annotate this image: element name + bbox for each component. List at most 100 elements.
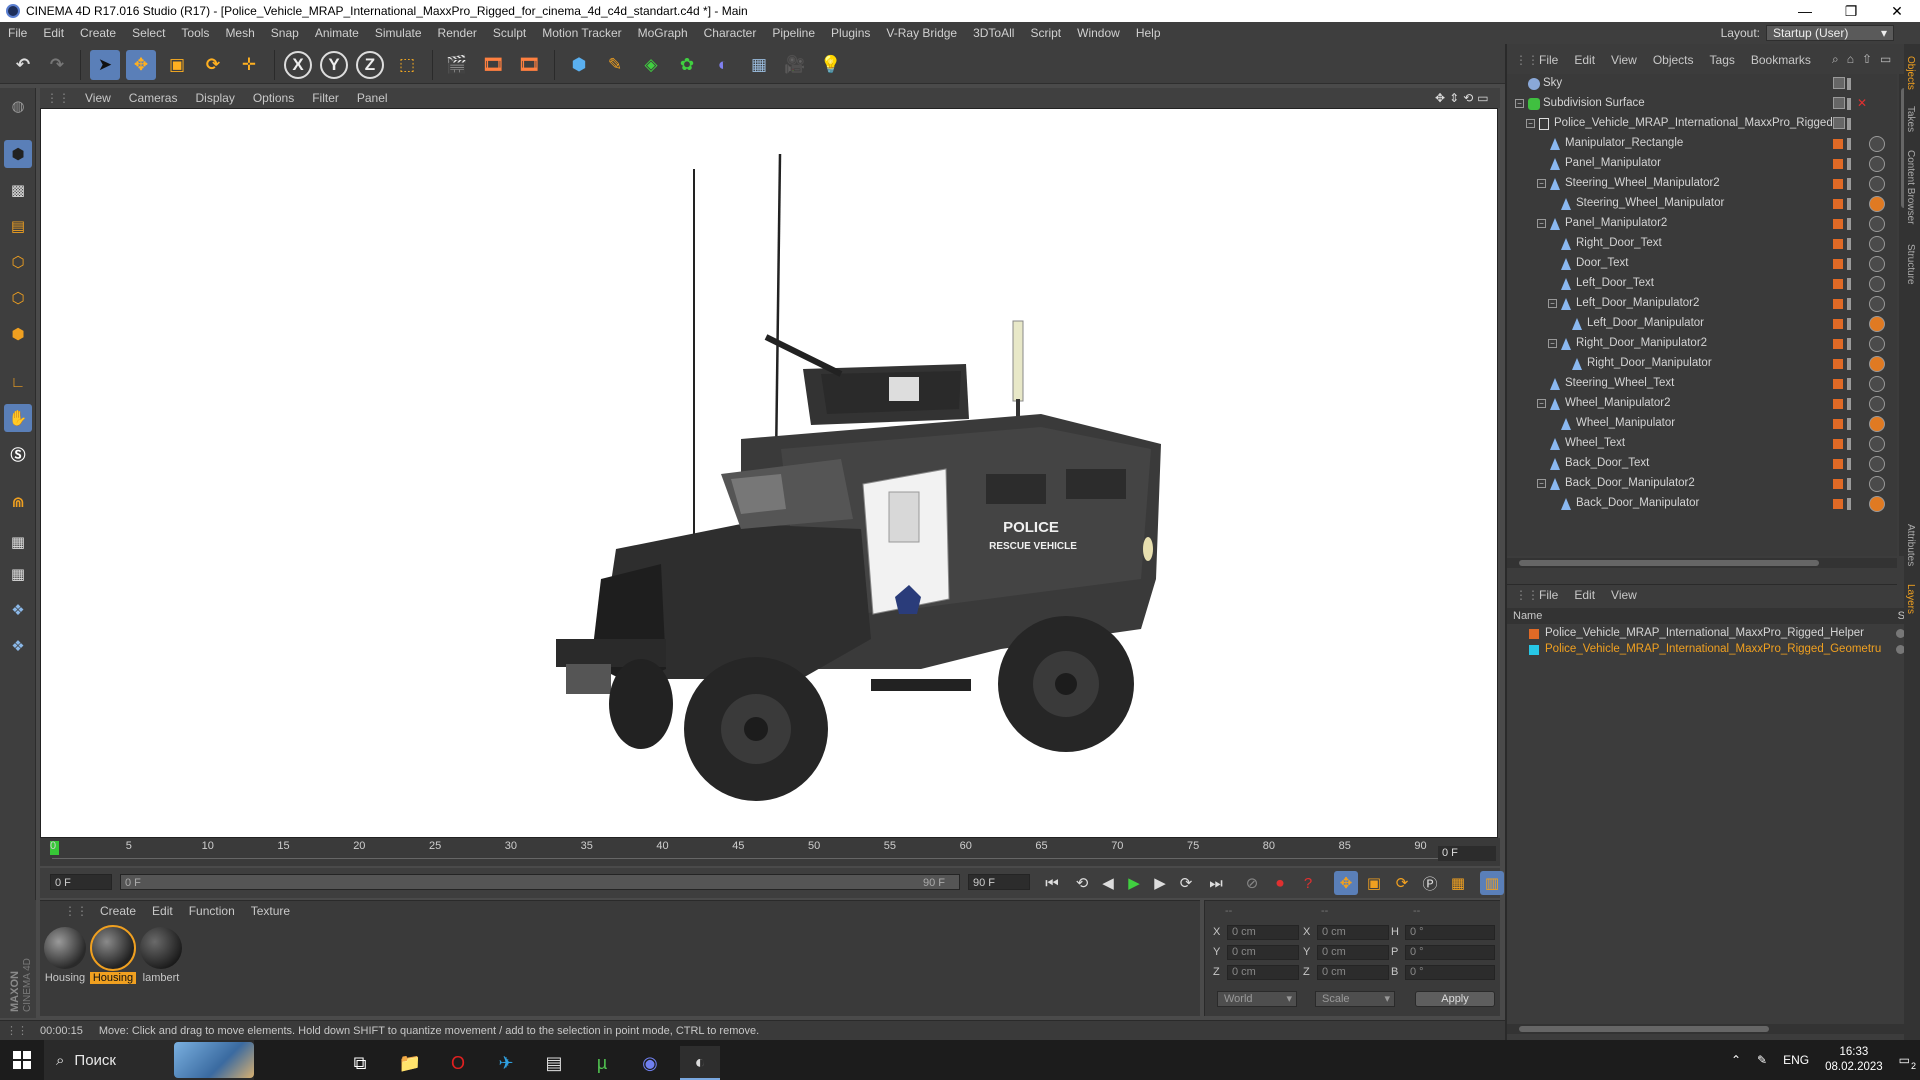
end-frame-field[interactable]: 90 F (968, 874, 1030, 890)
python-script-button-2[interactable]: ❖ (4, 632, 32, 660)
tree-collapse-icon[interactable]: − (1537, 219, 1546, 228)
menu-plugins[interactable]: Plugins (823, 26, 878, 40)
menu-snap[interactable]: Snap (263, 26, 307, 40)
visibility-dots[interactable] (1847, 378, 1851, 390)
menu-create[interactable]: Create (72, 26, 124, 40)
layer-color-tag[interactable] (1833, 499, 1843, 509)
pan-icon[interactable]: ✥ (1435, 91, 1445, 105)
object-row[interactable]: Sky (1507, 74, 1897, 94)
constraint-tag-icon[interactable] (1869, 496, 1885, 512)
object-menu-edit[interactable]: Edit (1566, 53, 1603, 67)
side-tab-content-browser[interactable]: Content Browser (1905, 150, 1916, 224)
edit-check-icon[interactable] (1833, 97, 1845, 109)
make-editable-button[interactable]: ◍ (4, 92, 32, 120)
object-menu-objects[interactable]: Objects (1645, 53, 1702, 67)
menu-tools[interactable]: Tools (173, 26, 217, 40)
record-keys-button[interactable]: ⊘ (1240, 871, 1264, 895)
material-menu-create[interactable]: Create (92, 904, 144, 918)
object-row[interactable]: − Panel_Manipulator2 (1507, 214, 1897, 234)
material-menu-texture[interactable]: Texture (243, 904, 298, 918)
up-arrow-icon[interactable]: ⇧ (1862, 52, 1872, 67)
frame-range-slider[interactable]: 0 F 90 F (120, 874, 960, 890)
menu-script[interactable]: Script (1022, 26, 1069, 40)
object-row[interactable]: Right_Door_Text (1507, 234, 1897, 254)
key-scale-button[interactable]: ▣ (1362, 871, 1386, 895)
material-tag-icon[interactable] (1869, 296, 1885, 312)
material-tag-icon[interactable] (1869, 396, 1885, 412)
taskbar-search[interactable]: ⌕ Поиск (44, 1040, 254, 1080)
visibility-dots[interactable] (1847, 198, 1851, 210)
viewport-menu-panel[interactable]: Panel (348, 91, 397, 105)
menu-3dtoall[interactable]: 3DToAll (965, 26, 1022, 40)
tree-collapse-icon[interactable]: − (1526, 119, 1535, 128)
coord-field[interactable]: 0 ° (1405, 925, 1495, 940)
layer-color-tag[interactable] (1833, 339, 1843, 349)
coord-field[interactable]: 0 cm (1317, 945, 1389, 960)
coord-field[interactable]: 0 cm (1317, 965, 1389, 980)
material-menu-edit[interactable]: Edit (144, 904, 181, 918)
render-view-button[interactable]: 🎬 (442, 50, 472, 80)
add-floor-button[interactable]: ▦ (744, 50, 774, 80)
telegram-button[interactable]: ✈ (486, 1046, 526, 1080)
opera-browser-button[interactable]: O (438, 1046, 478, 1080)
constraint-tag-icon[interactable] (1869, 356, 1885, 372)
menu-pipeline[interactable]: Pipeline (764, 26, 823, 40)
minimize-button[interactable]: — (1782, 0, 1828, 22)
menu-motion-tracker[interactable]: Motion Tracker (534, 26, 629, 40)
layer-menu-edit[interactable]: Edit (1566, 588, 1603, 602)
layer-color-tag[interactable] (1833, 239, 1843, 249)
current-frame-field[interactable]: 0 F (1438, 846, 1496, 861)
workplane-align-button[interactable]: ▦ (4, 560, 32, 588)
visibility-dots[interactable] (1847, 338, 1851, 350)
x-axis-lock-button[interactable]: X (284, 51, 312, 79)
texture-mode-button[interactable]: ▩ (4, 176, 32, 204)
edges-mode-button[interactable]: ⬡ (4, 284, 32, 312)
material-tag-icon[interactable] (1869, 236, 1885, 252)
workplane-lock-button[interactable]: ▦ (4, 528, 32, 556)
orbit-icon[interactable]: ⟲ (1463, 91, 1473, 105)
material-tag-icon[interactable] (1869, 156, 1885, 172)
layer-color-tag[interactable] (1833, 399, 1843, 409)
tree-collapse-icon[interactable]: − (1537, 479, 1546, 488)
apply-button[interactable]: Apply (1415, 991, 1495, 1007)
coord-field[interactable]: 0 cm (1227, 945, 1299, 960)
layer-color-swatch[interactable] (1529, 629, 1539, 639)
model-mode-button[interactable]: ⬢ (4, 140, 32, 168)
object-row[interactable]: Panel_Manipulator (1507, 154, 1897, 174)
visibility-dots[interactable] (1847, 358, 1851, 370)
object-row[interactable]: Wheel_Text (1507, 434, 1897, 454)
visibility-dots[interactable] (1847, 78, 1851, 90)
start-frame-field[interactable]: 0 F (50, 874, 112, 890)
layer-color-tag[interactable] (1833, 439, 1843, 449)
previous-frame-button[interactable]: ◀ (1096, 871, 1120, 895)
object-manager-hscrollbar[interactable] (1507, 558, 1897, 568)
menu-v-ray-bridge[interactable]: V-Ray Bridge (878, 26, 965, 40)
visibility-dots[interactable] (1847, 278, 1851, 290)
constraint-tag-icon[interactable] (1869, 316, 1885, 332)
layer-color-tag[interactable] (1833, 319, 1843, 329)
visibility-dots[interactable] (1847, 498, 1851, 510)
coord-field[interactable]: 0 cm (1227, 965, 1299, 980)
menu-window[interactable]: Window (1069, 26, 1128, 40)
coord-field[interactable]: 0 ° (1405, 945, 1495, 960)
layer-color-tag[interactable] (1833, 159, 1843, 169)
visibility-dots[interactable] (1847, 298, 1851, 310)
layer-color-tag[interactable] (1833, 479, 1843, 489)
close-button[interactable]: ✕ (1874, 0, 1920, 22)
key-rotation-button[interactable]: ⟳ (1390, 871, 1414, 895)
z-axis-lock-button[interactable]: Z (356, 51, 384, 79)
visibility-dots[interactable] (1847, 318, 1851, 330)
object-menu-tags[interactable]: Tags (1702, 53, 1743, 67)
polygons-mode-button[interactable]: ⬢ (4, 320, 32, 348)
timeline-window-button[interactable]: ▥ (1480, 871, 1504, 895)
play-button[interactable]: ▶ (1122, 871, 1146, 895)
visibility-dots[interactable] (1847, 398, 1851, 410)
menu-select[interactable]: Select (124, 26, 173, 40)
visibility-dots[interactable] (1847, 238, 1851, 250)
object-row[interactable]: − Right_Door_Manipulator2 (1507, 334, 1897, 354)
file-explorer-button[interactable]: 📁 (390, 1046, 430, 1080)
material-swatch[interactable]: Housing (90, 925, 136, 984)
go-to-end-button[interactable]: ⏭ (1204, 871, 1228, 895)
visibility-dots[interactable] (1847, 218, 1851, 230)
3d-viewport[interactable]: POLICE RESCUE VEHICLE (40, 108, 1498, 838)
